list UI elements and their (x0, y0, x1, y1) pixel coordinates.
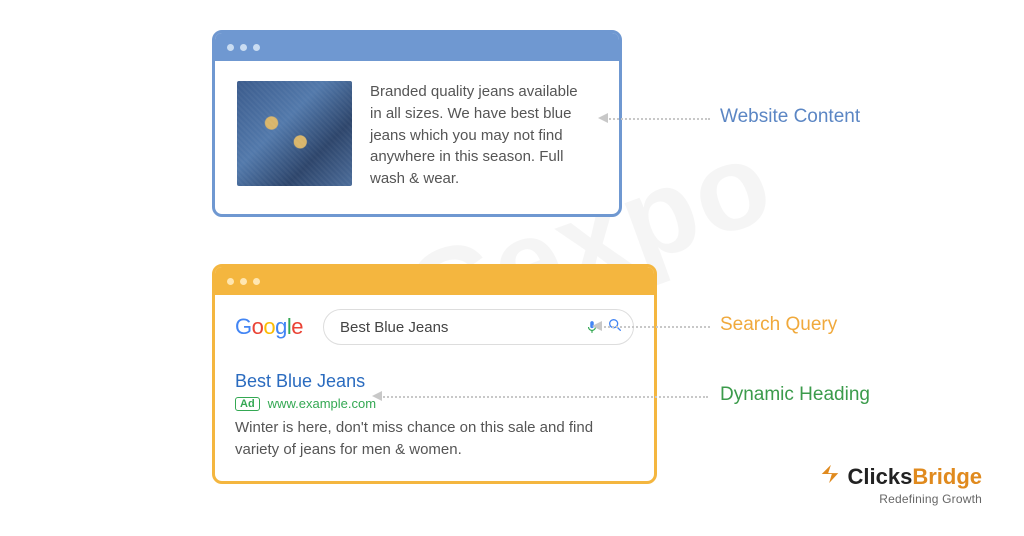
window-dot (240, 278, 247, 285)
ad-badge: Ad (235, 397, 260, 411)
search-window-titlebar (215, 267, 654, 295)
google-logo-letter: g (275, 314, 287, 339)
window-dot (253, 44, 260, 51)
search-input[interactable] (340, 319, 585, 336)
search-window-body: Google Best Blue Jea (215, 295, 654, 481)
window-dot (253, 278, 260, 285)
arrowhead-icon (598, 113, 608, 123)
brand-name: ClicksBridge (847, 464, 982, 490)
brand-logo-icon (819, 463, 841, 490)
connector-website (606, 118, 710, 120)
window-dot (227, 278, 234, 285)
connector-heading (380, 396, 708, 398)
brand-footer: ClicksBridge Redefining Growth (819, 463, 982, 506)
website-window: Branded quality jeans available in all s… (212, 30, 622, 217)
window-dot (227, 44, 234, 51)
arrowhead-icon (372, 391, 382, 401)
label-website-content: Website Content (720, 106, 860, 128)
connector-search (600, 326, 710, 328)
google-logo-letter: o (252, 314, 264, 339)
ad-result: Best Blue Jeans Ad www.example.com Winte… (235, 371, 634, 461)
google-logo-letter: G (235, 314, 252, 339)
ad-title[interactable]: Best Blue Jeans (235, 371, 634, 392)
brand-name-accent: Bridge (912, 464, 982, 489)
search-row: Google (235, 309, 634, 345)
website-content-text: Branded quality jeans available in all s… (370, 81, 585, 190)
ad-description: Winter is here, don't miss chance on thi… (235, 417, 595, 461)
website-window-titlebar (215, 33, 619, 61)
arrowhead-icon (592, 321, 602, 331)
window-dots (227, 278, 260, 285)
google-logo: Google (235, 314, 303, 340)
window-dots (227, 44, 260, 51)
ad-url[interactable]: www.example.com (268, 396, 376, 411)
brand-name-plain: Clicks (847, 464, 912, 489)
google-logo-letter: o (263, 314, 275, 339)
website-window-body: Branded quality jeans available in all s… (215, 61, 619, 214)
brand-tagline: Redefining Growth (819, 492, 982, 506)
jeans-image (237, 81, 352, 186)
label-search-query: Search Query (720, 314, 837, 336)
search-window: Google Best Blue Jea (212, 264, 657, 484)
google-logo-letter: e (291, 314, 303, 339)
label-dynamic-heading: Dynamic Heading (720, 384, 870, 406)
search-box[interactable] (323, 309, 634, 345)
window-dot (240, 44, 247, 51)
ad-meta: Ad www.example.com (235, 396, 634, 411)
diagram-canvas: PPCexpo Branded quality jeans available … (0, 0, 1024, 536)
